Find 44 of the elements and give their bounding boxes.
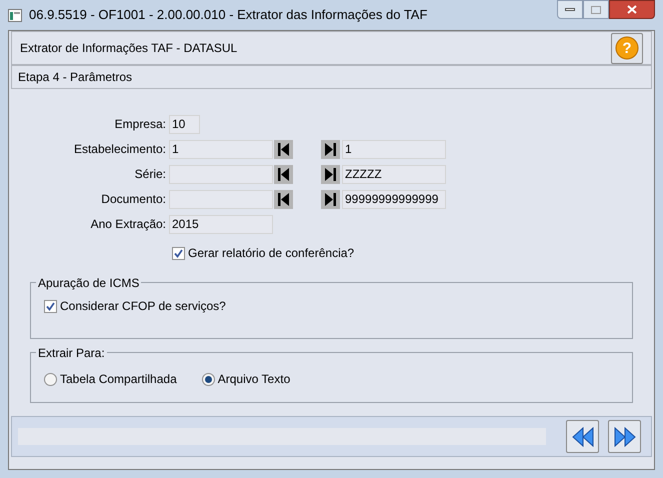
checkbox[interactable] bbox=[44, 300, 57, 312]
checkbox-label: Considerar CFOP de serviços? bbox=[60, 298, 226, 315]
from-field[interactable]: 1 bbox=[169, 140, 273, 158]
field-label: Documento: bbox=[100, 191, 167, 208]
next-button[interactable] bbox=[608, 420, 641, 453]
close-icon bbox=[627, 5, 637, 14]
previous-button[interactable] bbox=[566, 420, 599, 453]
skip-back-icon bbox=[278, 168, 289, 180]
field-label: Estabelecimento: bbox=[72, 141, 167, 158]
window-title: 06.9.5519 - OF1001 - 2.00.00.010 - Extrator das Informações do TAF bbox=[29, 6, 428, 24]
from-field[interactable] bbox=[169, 190, 273, 208]
rewind-icon bbox=[570, 426, 594, 446]
field-label: Ano Extração: bbox=[90, 216, 167, 233]
to-field[interactable]: 1 bbox=[342, 140, 446, 158]
first-record-button[interactable] bbox=[274, 164, 293, 184]
app-icon bbox=[8, 8, 22, 22]
input-field[interactable]: 10 bbox=[169, 114, 200, 134]
radio-label: Tabela Compartilhada bbox=[60, 371, 177, 388]
skip-back-icon bbox=[278, 142, 289, 156]
field-label: Empresa: bbox=[114, 116, 167, 133]
checkbox[interactable] bbox=[172, 246, 185, 260]
close-button[interactable] bbox=[609, 0, 655, 19]
last-record-button[interactable] bbox=[321, 140, 340, 158]
skip-forward-icon bbox=[325, 192, 336, 206]
radio-label: Arquivo Texto bbox=[218, 371, 290, 388]
minimize-button[interactable] bbox=[557, 0, 583, 19]
skip-forward-icon bbox=[325, 168, 336, 180]
to-field[interactable]: ZZZZZ bbox=[342, 164, 446, 184]
to-field[interactable]: 99999999999999 bbox=[342, 190, 446, 208]
step-title: Etapa 4 - Parâmetros bbox=[18, 69, 132, 86]
first-record-button[interactable] bbox=[274, 140, 293, 158]
skip-back-icon bbox=[278, 192, 289, 206]
radio-button[interactable] bbox=[202, 372, 215, 386]
from-field[interactable] bbox=[169, 164, 273, 184]
last-record-button[interactable] bbox=[321, 164, 340, 184]
fast-forward-icon bbox=[612, 426, 636, 446]
field-label: Série: bbox=[134, 166, 167, 183]
last-record-button[interactable] bbox=[321, 190, 340, 208]
checkbox-label: Gerar relatório de conferência? bbox=[188, 245, 354, 262]
header-title: Extrator de Informações TAF - DATASUL bbox=[20, 40, 238, 57]
first-record-button[interactable] bbox=[274, 190, 293, 208]
skip-forward-icon bbox=[325, 142, 336, 156]
input-field[interactable]: 2015 bbox=[169, 214, 273, 234]
radio-button[interactable] bbox=[44, 372, 57, 386]
